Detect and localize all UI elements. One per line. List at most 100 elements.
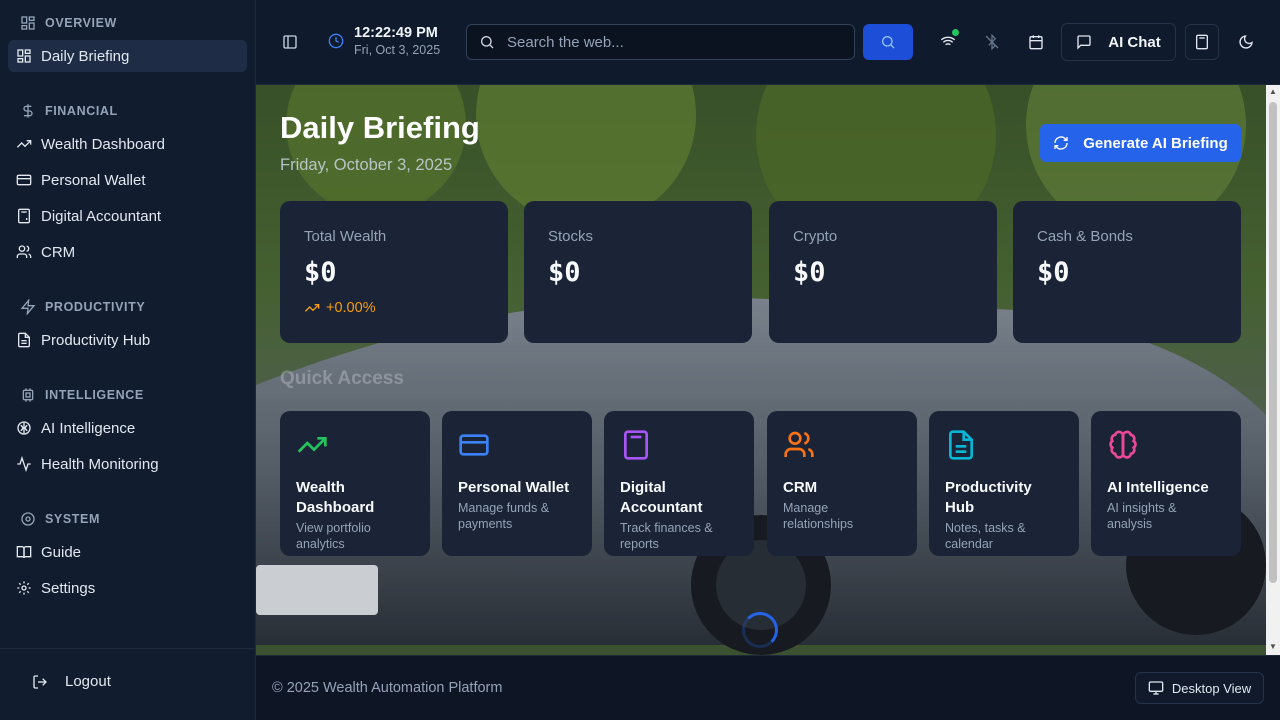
sidebar-item-label: Productivity Hub — [41, 331, 151, 349]
online-status-dot — [952, 29, 959, 36]
users-icon — [784, 431, 814, 457]
sidebar-item-label: Settings — [41, 579, 96, 597]
sidebar-item-daily-briefing[interactable]: Daily Briefing — [8, 40, 247, 72]
quick-link-crm[interactable]: CRM Manage relationships — [767, 411, 917, 556]
desktop-view-button[interactable]: Desktop View — [1135, 672, 1264, 704]
file-text-icon — [16, 332, 32, 348]
sidebar-divider — [0, 648, 255, 649]
ai-chat-button[interactable]: AI Chat — [1061, 23, 1176, 61]
sidebar-item-productivity-hub[interactable]: Productivity Hub — [8, 324, 247, 356]
sidebar-item-crm[interactable]: CRM — [8, 236, 247, 268]
sidebar-item-ai-intelligence[interactable]: AI Intelligence — [8, 412, 247, 444]
calendar-button[interactable] — [1022, 24, 1050, 60]
stat-card-total-wealth: Total Wealth $0 +0.00% — [280, 201, 508, 343]
sidebar-item-label: Digital Accountant — [41, 207, 162, 225]
quick-link-personal-wallet[interactable]: Personal Wallet Manage funds & payments — [442, 411, 592, 556]
sidebar-item-label: Personal Wallet — [41, 171, 146, 189]
quick-link-ai-intelligence[interactable]: AI Intelligence AI insights & analysis — [1091, 411, 1241, 556]
calculator-icon — [16, 208, 32, 224]
search-box — [466, 24, 855, 60]
section-productivity: PRODUCTIVITY — [20, 297, 145, 317]
brain-icon — [1109, 430, 1137, 459]
scroll-up-icon[interactable]: ▲ — [1269, 88, 1277, 96]
main-scrollbar[interactable]: ▲ ▼ — [1266, 85, 1280, 655]
copyright-text: © 2025 Wealth Automation Platform — [272, 680, 503, 696]
quick-link-title: Productivity Hub — [945, 479, 1032, 516]
quick-link-title: CRM — [783, 479, 818, 496]
refresh-icon — [1053, 135, 1069, 151]
calendar-icon — [1028, 34, 1044, 50]
moon-icon — [1238, 34, 1254, 50]
activity-icon — [16, 456, 32, 472]
theme-toggle-button[interactable] — [1232, 24, 1260, 60]
quick-link-title: Digital Accountant — [620, 479, 703, 516]
sidebar-item-label: AI Intelligence — [41, 419, 136, 437]
file-text-icon — [949, 430, 973, 460]
quick-link-wealth-dashboard[interactable]: Wealth Dashboard View portfolio analytic… — [280, 411, 430, 556]
scrollbar-thumb[interactable] — [1269, 102, 1277, 583]
main-content: Daily Briefing Friday, October 3, 2025 G… — [256, 85, 1266, 655]
quick-link-desc: Manage relationships — [783, 501, 854, 531]
section-financial: FINANCIAL — [20, 101, 118, 121]
sidebar-item-label: Health Monitoring — [41, 455, 159, 473]
stat-card-stocks: Stocks $0 — [524, 201, 752, 343]
sidebar-item-guide[interactable]: Guide — [8, 536, 247, 568]
trending-up-icon — [304, 300, 320, 316]
monitor-icon — [1148, 680, 1164, 696]
message-square-icon — [1076, 34, 1092, 50]
wifi-icon — [940, 34, 956, 50]
loading-spinner — [742, 612, 778, 648]
sidebar-item-settings[interactable]: Settings — [8, 572, 247, 604]
trending-up-icon — [16, 136, 32, 152]
sidebar-item-health-monitoring[interactable]: Health Monitoring — [8, 448, 247, 480]
scroll-down-icon[interactable]: ▼ — [1269, 643, 1277, 651]
search-icon — [880, 34, 896, 50]
quick-link-desc: Notes, tasks & calendar — [945, 521, 1026, 551]
stat-label: Crypto — [793, 228, 838, 245]
topbar: 12:22:49 PM Fri, Oct 3, 2025 AI Chat — [256, 0, 1280, 85]
quick-link-title: AI Intelligence — [1107, 479, 1209, 496]
zap-icon — [20, 299, 36, 315]
sidebar-item-wealth-dashboard[interactable]: Wealth Dashboard — [8, 128, 247, 160]
wifi-status-button[interactable] — [934, 24, 962, 60]
search-input[interactable] — [507, 33, 837, 51]
quick-link-productivity-hub[interactable]: Productivity Hub Notes, tasks & calendar — [929, 411, 1079, 556]
logout-button[interactable]: Logout — [32, 673, 111, 690]
calculator-button[interactable] — [1185, 24, 1219, 60]
system-icon — [20, 511, 36, 527]
sidebar-item-label: CRM — [41, 243, 76, 261]
sidebar-toggle-button[interactable] — [276, 24, 304, 60]
generate-ai-briefing-button[interactable]: Generate AI Briefing — [1040, 124, 1241, 162]
trending-up-icon — [297, 437, 327, 453]
stat-card-crypto: Crypto $0 — [769, 201, 997, 343]
sidebar-item-personal-wallet[interactable]: Personal Wallet — [8, 164, 247, 196]
brain-icon — [16, 420, 32, 436]
footer: © 2025 Wealth Automation Platform Deskto… — [256, 655, 1280, 720]
calculator-icon — [624, 430, 648, 460]
search-icon — [479, 34, 495, 50]
dollar-icon — [20, 103, 36, 119]
logout-icon — [32, 674, 48, 690]
sidebar-item-label: Daily Briefing — [41, 47, 130, 65]
credit-card-icon — [459, 434, 489, 456]
section-system: SYSTEM — [20, 509, 100, 529]
bluetooth-button[interactable] — [978, 24, 1006, 60]
quick-link-desc: Track finances & reports — [620, 521, 713, 551]
quick-link-desc: View portfolio analytics — [296, 521, 371, 551]
clock: 12:22:49 PM Fri, Oct 3, 2025 — [328, 24, 440, 58]
stat-value: $0 — [793, 257, 826, 288]
clock-date: Fri, Oct 3, 2025 — [354, 43, 441, 57]
sidebar-item-digital-accountant[interactable]: Digital Accountant — [8, 200, 247, 232]
quick-link-title: Personal Wallet — [458, 479, 570, 496]
stat-label: Total Wealth — [304, 228, 387, 245]
bluetooth-off-icon — [984, 34, 1000, 50]
cpu-icon — [20, 387, 36, 403]
search-submit-button[interactable] — [863, 24, 913, 60]
users-icon — [16, 244, 32, 260]
quick-link-desc: AI insights & analysis — [1107, 501, 1177, 531]
clock-icon — [328, 33, 344, 49]
gear-icon — [16, 580, 32, 596]
stat-card-cash-bonds: Cash & Bonds $0 — [1013, 201, 1241, 343]
quick-link-digital-accountant[interactable]: Digital Accountant Track finances & repo… — [604, 411, 754, 556]
stat-change: +0.00% — [304, 300, 484, 316]
